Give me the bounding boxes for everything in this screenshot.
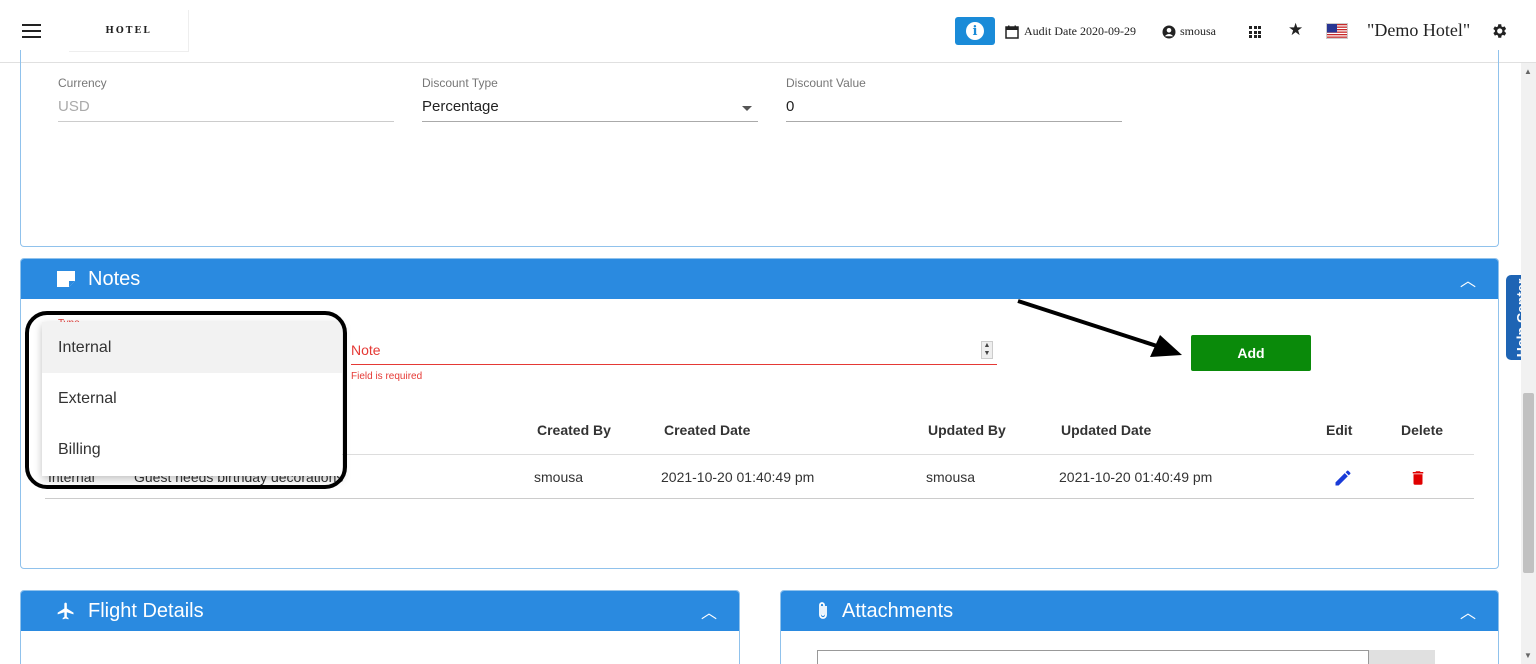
delete-icon[interactable]: [1409, 468, 1427, 493]
logo-text: HOTEL: [105, 25, 152, 36]
calendar-icon: [1005, 25, 1019, 39]
note-input[interactable]: Note ▲ ▼: [351, 336, 997, 365]
col-edit: Edit: [1326, 422, 1353, 438]
note-error: Field is required: [351, 371, 423, 382]
row-created-date: 2021-10-20 01:40:49 pm: [661, 469, 815, 485]
note-placeholder: Note: [351, 342, 381, 358]
apps-grid-icon[interactable]: [1249, 26, 1261, 38]
audit-date-text: Audit Date 2020-09-29: [1024, 24, 1136, 38]
col-delete: Delete: [1401, 422, 1444, 438]
discount-type-value: Percentage: [422, 98, 758, 122]
annotation-arrow-icon: [1017, 299, 1182, 357]
flight-section: Flight Details ︿: [20, 590, 740, 664]
info-button[interactable]: i: [955, 17, 995, 45]
col-created-date[interactable]: Created Date: [664, 422, 750, 438]
currency-value: USD: [58, 98, 394, 122]
discount-value-field[interactable]: Discount Value 0: [786, 76, 1122, 122]
discount-type-label: Discount Type: [422, 76, 498, 90]
file-input[interactable]: [817, 650, 1369, 664]
info-icon: i: [966, 22, 984, 40]
edit-icon[interactable]: [1333, 468, 1353, 493]
user-icon: [1162, 25, 1176, 38]
highlight-annotation: [25, 311, 347, 489]
spinner-icon[interactable]: ▲ ▼: [981, 341, 993, 359]
note-icon: [56, 270, 76, 288]
user-menu[interactable]: smousa: [1162, 24, 1216, 39]
hotel-logo[interactable]: HOTEL: [69, 10, 189, 52]
flight-header[interactable]: Flight Details ︿: [21, 591, 739, 631]
discount-value-label: Discount Value: [786, 76, 866, 90]
flight-title: Flight Details: [88, 599, 204, 622]
discount-type-select[interactable]: Discount Type Percentage: [422, 76, 758, 122]
currency-field: Currency USD: [58, 76, 394, 122]
us-flag-icon[interactable]: [1326, 23, 1348, 39]
scroll-thumb[interactable]: [1523, 393, 1534, 573]
audit-date[interactable]: Audit Date 2020-09-29: [1005, 24, 1136, 39]
hotel-name[interactable]: "Demo Hotel": [1367, 20, 1470, 41]
attachments-header[interactable]: Attachments ︿: [781, 591, 1498, 631]
scroll-up-icon[interactable]: ▲: [1524, 67, 1532, 76]
row-divider: [45, 498, 1474, 499]
col-updated-date[interactable]: Updated Date: [1061, 422, 1151, 438]
scrollbar[interactable]: ▲ ▼: [1521, 63, 1536, 664]
chevron-up-icon[interactable]: ︿: [1460, 599, 1476, 623]
row-updated-date: 2021-10-20 01:40:49 pm: [1059, 469, 1213, 485]
notes-header[interactable]: Notes ︿: [21, 259, 1498, 299]
chevron-up-icon[interactable]: ︿: [701, 599, 717, 623]
dropdown-arrow-icon: [742, 106, 752, 111]
col-created-by[interactable]: Created By: [537, 422, 611, 438]
discount-value-input[interactable]: 0: [786, 98, 1122, 122]
currency-label: Currency: [58, 76, 107, 90]
paperclip-icon: [816, 601, 830, 621]
username: smousa: [1180, 24, 1216, 38]
menu-icon[interactable]: [22, 24, 42, 39]
browse-button[interactable]: [1369, 650, 1435, 664]
notes-title: Notes: [88, 267, 141, 290]
add-note-button[interactable]: Add: [1191, 335, 1311, 371]
star-icon[interactable]: ★: [1288, 20, 1303, 40]
gear-icon[interactable]: [1490, 22, 1508, 45]
attachments-title: Attachments: [842, 599, 954, 622]
row-updated-by: smousa: [926, 469, 976, 485]
col-updated-by[interactable]: Updated By: [928, 422, 1006, 438]
airplane-icon: [56, 601, 76, 621]
chevron-up-icon[interactable]: ︿: [1460, 267, 1476, 291]
scroll-down-icon[interactable]: ▼: [1524, 651, 1532, 660]
row-created-by: smousa: [534, 469, 584, 485]
